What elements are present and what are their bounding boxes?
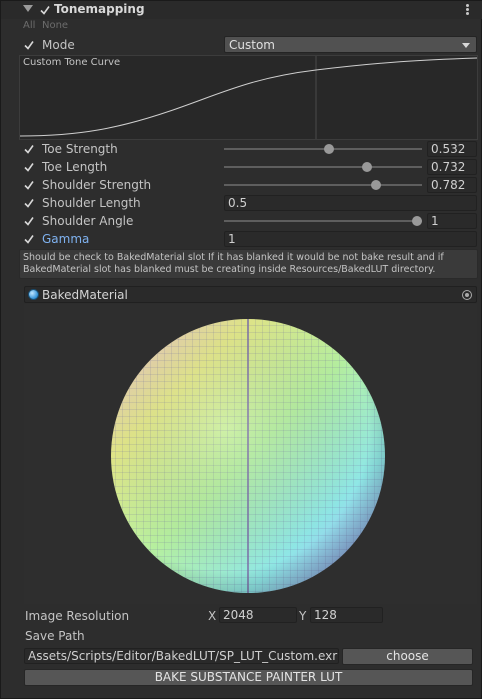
- chevron-down-icon: [462, 43, 470, 48]
- toe-length-checkbox[interactable]: [23, 161, 35, 173]
- toe-length-slider-track[interactable]: [224, 166, 422, 168]
- shoulder-length-checkbox[interactable]: [23, 197, 35, 209]
- shoulder-strength-slider-knob[interactable]: [371, 180, 381, 190]
- shoulder-angle-field[interactable]: 1: [427, 213, 477, 229]
- shoulder-strength-field[interactable]: 0.782: [427, 177, 477, 193]
- shoulder-angle-label: Shoulder Angle: [42, 214, 134, 228]
- shoulder-strength-slider-track[interactable]: [224, 184, 422, 186]
- shoulder-strength-checkbox[interactable]: [23, 179, 35, 191]
- image-resolution-label: Image Resolution: [25, 609, 130, 623]
- select-all-link[interactable]: All: [23, 20, 35, 31]
- gamma-field[interactable]: 1: [224, 231, 477, 247]
- toe-strength-slider-knob[interactable]: [324, 144, 334, 154]
- help-line-1: Should be check to BakedMaterial slot If…: [23, 252, 444, 263]
- choose-button[interactable]: choose: [342, 648, 473, 665]
- material-preview[interactable]: [24, 304, 477, 604]
- resolution-x-field[interactable]: 2048: [219, 607, 297, 623]
- save-path-label: Save Path: [25, 629, 85, 643]
- panel-header[interactable]: Tonemapping: [1, 1, 482, 19]
- resolution-y-label: Y: [299, 609, 307, 623]
- toe-strength-checkbox[interactable]: [23, 143, 35, 155]
- toe-length-slider-knob[interactable]: [362, 162, 372, 172]
- toe-strength-label: Toe Strength: [42, 142, 118, 156]
- collapse-arrow-icon[interactable]: [23, 5, 33, 12]
- baked-material-name: BakedMaterial: [42, 288, 128, 302]
- toe-strength-slider-track[interactable]: [224, 148, 422, 150]
- shoulder-strength-label: Shoulder Strength: [42, 178, 152, 192]
- tonemapping-panel: Tonemapping All None Mode Custom Custom …: [0, 0, 482, 699]
- more-options-icon[interactable]: [462, 4, 472, 16]
- material-icon: [28, 289, 39, 300]
- toe-strength-field[interactable]: 0.532: [427, 141, 477, 157]
- tone-curve-preview: Custom Tone Curve: [19, 55, 478, 140]
- toe-length-field[interactable]: 0.732: [427, 159, 477, 175]
- resolution-x-label: X: [208, 609, 217, 623]
- help-line-2: BakedMaterial slot has blanked must be c…: [23, 264, 436, 275]
- object-picker-icon[interactable]: [462, 290, 472, 300]
- toe-length-label: Toe Length: [42, 160, 108, 174]
- tone-curve-graph: [20, 56, 477, 139]
- enable-checkbox[interactable]: [39, 4, 51, 16]
- bake-lut-button[interactable]: BAKE SUBSTANCE PAINTER LUT: [24, 669, 473, 686]
- section-title: Tonemapping: [54, 2, 145, 16]
- shoulder-length-label: Shoulder Length: [42, 196, 141, 210]
- mode-dropdown[interactable]: Custom: [224, 36, 477, 53]
- save-path-field[interactable]: Assets/Scripts/Editor/BakedLUT/SP_LUT_Cu…: [24, 648, 339, 664]
- mode-checkbox[interactable]: [23, 39, 35, 51]
- shoulder-angle-slider-track[interactable]: [224, 220, 422, 222]
- material-preview-sphere: [111, 319, 385, 593]
- help-box: Should be check to BakedMaterial slot If…: [19, 249, 478, 279]
- shoulder-angle-slider-knob[interactable]: [412, 216, 422, 226]
- mode-label: Mode: [42, 38, 75, 52]
- gamma-checkbox[interactable]: [23, 233, 35, 245]
- shoulder-angle-checkbox[interactable]: [23, 215, 35, 227]
- shoulder-length-field[interactable]: 0.5: [224, 195, 477, 211]
- baked-material-field[interactable]: BakedMaterial: [24, 286, 477, 303]
- gamma-label: Gamma: [42, 232, 90, 246]
- mode-value: Custom: [229, 38, 275, 52]
- resolution-y-field[interactable]: 128: [310, 607, 383, 623]
- select-none-link[interactable]: None: [42, 20, 68, 31]
